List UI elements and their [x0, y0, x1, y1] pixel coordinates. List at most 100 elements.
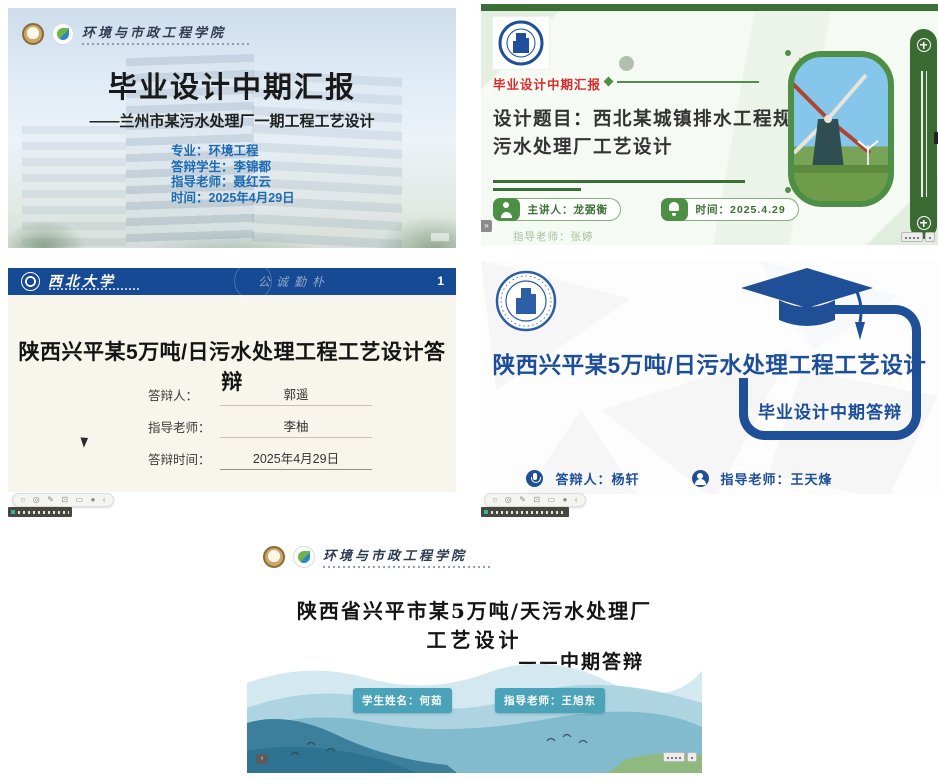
- highlighter-icon[interactable]: ◎: [505, 496, 512, 504]
- zoom-control-button[interactable]: [901, 232, 923, 242]
- divider-line: [617, 81, 759, 83]
- field-row: 答辩时间： 2025年4月29日: [148, 448, 372, 470]
- arc-dot-bottom: [785, 187, 791, 193]
- presenter-toolbar: ○ ◎ ✎ ⊡ ▭ ● ‹: [12, 493, 114, 507]
- field-label: 指导老师：: [148, 417, 220, 438]
- thumbnail-controls: [901, 232, 935, 242]
- microphone-icon: [526, 470, 543, 487]
- gray-dot-decoration: [619, 56, 634, 71]
- info-major: 专业：环境工程: [171, 144, 295, 160]
- bell-icon: [661, 198, 688, 221]
- student-name-badge: 学生姓名：何茹: [353, 688, 452, 713]
- scroll-line: [921, 71, 923, 197]
- arc-dot-top: [785, 50, 791, 56]
- collapse-chip[interactable]: »: [481, 220, 492, 232]
- eco-leaf-logo-icon: [293, 546, 315, 568]
- more-tools-icon[interactable]: ●: [91, 496, 96, 504]
- slide1-subtitle: ——兰州市某污水处理厂一期工程工艺设计: [8, 110, 456, 131]
- collapse-toolbar-icon[interactable]: ‹: [575, 496, 578, 504]
- midterm-banner: 毕业设计中期答辩: [750, 398, 910, 423]
- slide3-fields: 答辩人： 郭遥 指导老师： 李柚 答辩时间： 2025年4月29日: [148, 384, 372, 480]
- whiteboard-icon[interactable]: ▭: [76, 496, 84, 504]
- university-seal-logo: [495, 270, 557, 337]
- field-label: 答辩人：: [148, 385, 220, 406]
- advisor-badge: 指导老师：王旭东: [495, 688, 605, 713]
- university-motto: 公诚勤朴: [258, 273, 330, 290]
- university-name-english-line: [49, 288, 141, 290]
- pen-icon[interactable]: ✎: [519, 496, 526, 504]
- compass-icon: [917, 216, 931, 230]
- university-seal-icon: [263, 546, 285, 568]
- eco-leaf-logo-icon: [52, 23, 74, 45]
- expand-button[interactable]: [687, 752, 697, 762]
- info-student: 答辩学生：李锦都: [171, 160, 295, 176]
- tooltip-color-swatch: [484, 510, 488, 514]
- slide-3-northwest-univ: 西北大学 公诚勤朴 1 陕西兴平某5万吨/日污水处理工程工艺设计答辩 答辩人： …: [8, 268, 456, 492]
- speaker-label: 主讲人：龙弼衡: [528, 202, 609, 217]
- defender-label: 答辩人：杨轩: [555, 469, 639, 488]
- tooltip-color-swatch: [11, 510, 15, 514]
- school-name: 环境与市政工程学院: [82, 22, 250, 41]
- field-value: 2025年4月29日: [220, 448, 372, 470]
- field-row: 答辩人： 郭遥: [148, 384, 372, 406]
- university-seal-icon: [498, 20, 544, 66]
- page-edge-tab[interactable]: [934, 132, 938, 144]
- more-tools-icon[interactable]: ●: [563, 496, 568, 504]
- slide4-title: 陕西兴平某5万吨/日污水处理工程工艺设计: [485, 348, 934, 380]
- slide1-header: 环境与市政工程学院: [22, 22, 250, 45]
- time-badge: 时间：2025.4.29: [661, 198, 799, 221]
- slide-2-green-midterm: 毕业设计中期汇报 设计题目：西北某城镇排水工程规划及 污水处理厂工艺设计 主讲人…: [481, 4, 938, 245]
- watercolor-mountains: [247, 623, 702, 773]
- field-row: 指导老师： 李柚: [148, 416, 372, 438]
- slide1-title: 毕业设计中期汇报: [8, 64, 456, 106]
- time-label: 时间：2025.4.29: [696, 202, 786, 217]
- pen-icon[interactable]: ✎: [47, 496, 54, 504]
- highlighter-icon[interactable]: ◎: [33, 496, 40, 504]
- laser-pointer-icon[interactable]: ○: [20, 496, 25, 504]
- person-icon: [493, 198, 520, 221]
- compass-icon: [917, 38, 931, 52]
- collapse-chip[interactable]: ‹: [256, 754, 268, 764]
- select-region-icon[interactable]: ⊡: [61, 496, 68, 504]
- collapse-toolbar-icon[interactable]: ‹: [103, 496, 106, 504]
- info-advisor: 指导老师：聂红云: [171, 175, 295, 191]
- toolbar-tooltip: [481, 507, 569, 517]
- slide4-footer-row: 答辩人：杨轩 指导老师：王天烽: [481, 469, 878, 488]
- school-name: 环境与市政工程学院: [323, 545, 491, 564]
- school-name-block: 环境与市政工程学院: [82, 22, 250, 45]
- university-logo-box: [493, 17, 549, 69]
- expand-button[interactable]: [925, 232, 935, 242]
- navy-header-bar: 西北大学 公诚勤朴 1: [8, 268, 456, 295]
- slide1-info-block: 专业：环境工程 答辩学生：李锦都 指导老师：聂红云 时间：2025年4月29日: [171, 144, 295, 206]
- slide-5-watercolor-midterm: 环境与市政工程学院 陕西省兴平市某5万吨/天污水处理厂 工艺设计 ——中期答辩 …: [247, 533, 702, 773]
- toolbar-tooltip: [8, 507, 72, 517]
- zoom-control-button[interactable]: [663, 752, 685, 762]
- page-number: 1: [437, 274, 444, 288]
- tooltip-text-placeholder: [18, 511, 69, 514]
- tooltip-text-placeholder: [491, 511, 566, 514]
- mouse-cursor: [80, 435, 90, 448]
- person-icon: [692, 470, 709, 487]
- laser-pointer-icon[interactable]: ○: [492, 496, 497, 504]
- windmill-photo: [788, 51, 894, 207]
- field-value: 李柚: [220, 416, 372, 438]
- slide5-header: 环境与市政工程学院: [263, 545, 491, 568]
- scroll-sidebar: [910, 29, 937, 239]
- advisor-label: 指导老师：王天烽: [721, 469, 833, 488]
- presenter-toolbar: ○ ◎ ✎ ⊡ ▭ ● ‹: [484, 493, 586, 507]
- school-name-block: 环境与市政工程学院: [323, 545, 491, 568]
- whiteboard-icon[interactable]: ▭: [548, 496, 556, 504]
- windmill-illustration: [794, 57, 888, 201]
- green-rule-long: [493, 180, 745, 183]
- school-name-english-line: [82, 43, 250, 45]
- screenshot-canvas: 环境与市政工程学院 毕业设计中期汇报 ——兰州市某污水处理厂一期工程工艺设计 专…: [0, 0, 938, 780]
- info-date: 时间：2025年4月29日: [171, 191, 295, 207]
- watermark: [430, 232, 450, 242]
- field-value: 郭遥: [220, 384, 372, 406]
- school-name-english-line: [323, 566, 491, 568]
- slide-4-blue-midterm: 陕西兴平某5万吨/日污水处理工程工艺设计 毕业设计中期答辩 答辩人：杨轩 指导老…: [481, 260, 938, 494]
- speaker-badge: 主讲人：龙弼衡: [493, 198, 621, 221]
- select-region-icon[interactable]: ⊡: [533, 496, 540, 504]
- green-rule-short: [493, 188, 581, 191]
- design-title-line2: 污水处理厂工艺设计: [493, 133, 838, 159]
